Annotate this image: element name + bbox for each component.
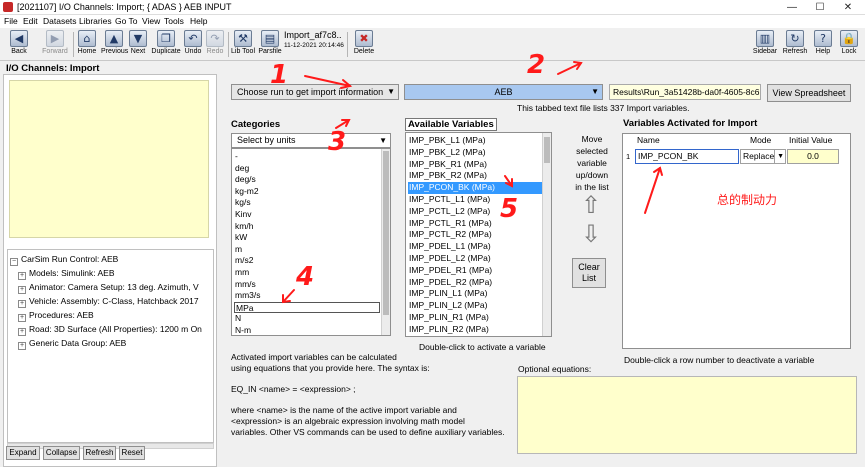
annotation-number-3: 3 — [328, 127, 347, 157]
annotation-arrows — [282, 61, 663, 304]
annotation-number-5: 5 — [500, 194, 519, 224]
annotation-note: 总的制动力 — [717, 193, 778, 207]
annotation-number-4: 4 — [296, 262, 315, 292]
annotation-arrow-note — [644, 167, 661, 214]
annotation-arrow-4 — [282, 289, 295, 303]
annotation-number-1: 1 — [270, 60, 289, 90]
annotation-number-2: 2 — [527, 50, 546, 80]
